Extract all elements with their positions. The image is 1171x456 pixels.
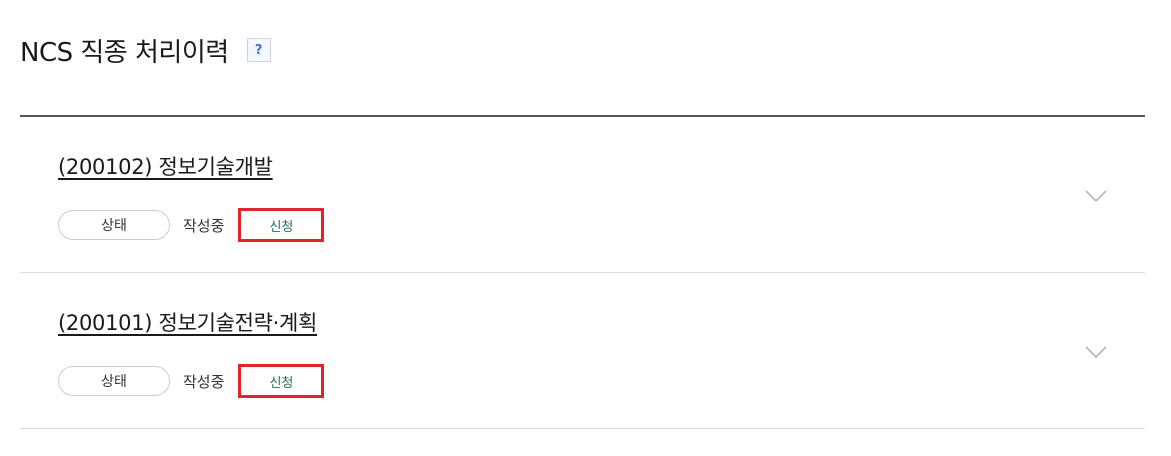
status-label: 상태	[58, 210, 170, 240]
status-value: 작성중	[183, 216, 225, 235]
status-row: 상태 작성중 신청	[58, 208, 325, 242]
chevron-down-icon[interactable]	[1085, 345, 1107, 359]
status-value: 작성중	[183, 372, 225, 391]
question-icon[interactable]: ?	[246, 38, 271, 62]
chevron-down-icon[interactable]	[1085, 189, 1107, 203]
page-title: NCS 직종 처리이력	[20, 37, 229, 68]
page: NCS 직종 처리이력 ? (200102) 정보기술개발 상태 작성중 신청 …	[0, 0, 1171, 456]
item-title-link[interactable]: (200101) 정보기술전략·계획	[58, 307, 317, 337]
status-label: 상태	[58, 366, 170, 396]
item-title-link[interactable]: (200102) 정보기술개발	[58, 151, 273, 181]
apply-button[interactable]: 신청	[238, 208, 325, 242]
status-row: 상태 작성중 신청	[58, 364, 325, 398]
list-item: (200102) 정보기술개발 상태 작성중 신청	[20, 117, 1145, 273]
list-item: (200101) 정보기술전략·계획 상태 작성중 신청	[20, 273, 1145, 429]
title-row: NCS 직종 처리이력 ?	[20, 30, 271, 70]
apply-button[interactable]: 신청	[238, 364, 325, 398]
